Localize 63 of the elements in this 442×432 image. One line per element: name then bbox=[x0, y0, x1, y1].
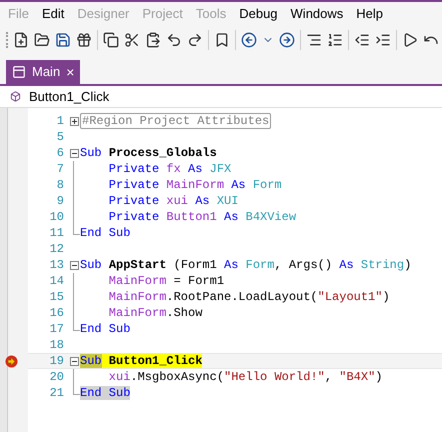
line-number: 7 bbox=[56, 161, 65, 178]
menu-item[interactable]: Edit bbox=[42, 4, 64, 24]
new-file-icon[interactable] bbox=[13, 32, 29, 48]
line-number: 15 bbox=[48, 289, 65, 306]
undo-icon[interactable] bbox=[166, 32, 182, 48]
close-button[interactable]: × bbox=[66, 62, 74, 82]
paste-icon[interactable] bbox=[145, 32, 161, 48]
outdent-icon[interactable] bbox=[354, 32, 370, 48]
line-number: 8 bbox=[56, 177, 65, 194]
line-number: 6 bbox=[56, 145, 65, 162]
code-line: MainForm.Show bbox=[108, 305, 202, 322]
code-line: Private fx As JFX bbox=[108, 161, 232, 178]
collapse-icon[interactable] bbox=[70, 148, 78, 158]
code-line: MainForm.RootPane.LoadLayout("Layout1") bbox=[108, 289, 390, 306]
bookmark-icon[interactable] bbox=[214, 32, 230, 48]
code-line: MainForm = Form1 bbox=[108, 273, 224, 290]
code-line: Sub Process_Globals bbox=[80, 145, 217, 162]
line-number: 19 bbox=[48, 353, 65, 370]
code-line: xui.MsgboxAsync("Hello World!", "B4X") bbox=[108, 369, 382, 386]
line-number: 16 bbox=[48, 305, 65, 322]
line-number: 5 bbox=[56, 129, 65, 146]
line-number: 10 bbox=[48, 209, 65, 226]
back-icon[interactable] bbox=[241, 32, 257, 48]
code-line: End Sub bbox=[80, 225, 130, 242]
collapse-icon[interactable] bbox=[70, 260, 78, 270]
collapse-icon[interactable] bbox=[70, 356, 78, 366]
uncomment-lines-icon[interactable] bbox=[327, 32, 343, 48]
line-number: 18 bbox=[48, 337, 65, 354]
code-line: Sub Button1_Click bbox=[80, 353, 202, 370]
copy-icon[interactable] bbox=[103, 32, 119, 48]
redo-icon[interactable] bbox=[187, 32, 203, 48]
breakpoint-arrow-icon[interactable] bbox=[5, 355, 18, 368]
line-number: 1 bbox=[56, 113, 65, 130]
open-folder-icon[interactable] bbox=[34, 32, 50, 48]
code-line: Private xui As XUI bbox=[108, 193, 238, 210]
package-icon[interactable] bbox=[76, 32, 92, 48]
code-line: End Sub bbox=[80, 321, 130, 338]
comment-lines-icon[interactable] bbox=[306, 32, 322, 48]
line-number: 20 bbox=[48, 369, 65, 386]
forward-icon[interactable] bbox=[279, 32, 295, 48]
line-number: 12 bbox=[48, 241, 65, 258]
menu-item[interactable]: Windows bbox=[290, 4, 344, 24]
line-number: 21 bbox=[48, 385, 65, 402]
current-sub-label[interactable]: Button1_Click bbox=[29, 86, 110, 106]
form-icon bbox=[12, 65, 26, 79]
expand-icon[interactable] bbox=[70, 116, 78, 126]
code-line: Sub AppStart (Form1 As Form, Args() As String) bbox=[80, 257, 412, 274]
indent-icon[interactable] bbox=[375, 32, 391, 48]
line-number: 11 bbox=[48, 225, 65, 242]
save-icon[interactable] bbox=[55, 32, 71, 48]
line-number: 13 bbox=[48, 257, 65, 274]
code-line: Private Button1 As B4XView bbox=[108, 209, 296, 226]
line-number: 9 bbox=[56, 193, 65, 210]
line-number: 17 bbox=[48, 321, 65, 338]
sub-icon bbox=[10, 91, 21, 102]
cut-icon[interactable] bbox=[124, 32, 140, 48]
tab-label: Main bbox=[32, 63, 60, 82]
editor-tab[interactable]: Main × bbox=[6, 60, 80, 84]
menu-item[interactable]: Help bbox=[356, 4, 384, 24]
code-line: Private MainForm As Form bbox=[108, 177, 282, 194]
run-icon[interactable] bbox=[402, 32, 418, 48]
line-number: 14 bbox=[48, 273, 65, 290]
menu-item[interactable]: Debug bbox=[239, 4, 278, 24]
